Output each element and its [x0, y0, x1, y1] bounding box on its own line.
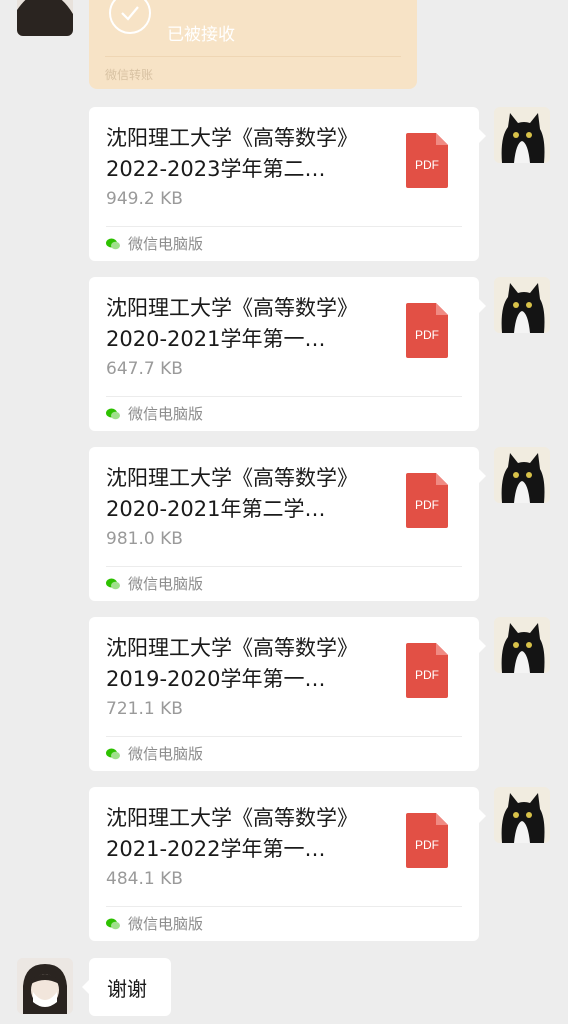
file-source: 微信电脑版 — [106, 573, 203, 594]
file-title: 沈阳理工大学《高等数学》 2019-2020学年第一… — [106, 636, 358, 691]
file-source: 微信电脑版 — [106, 913, 203, 934]
file-message[interactable]: 沈阳理工大学《高等数学》 2019-2020学年第一… 721.1 KB PDF … — [89, 617, 486, 771]
svg-text:PDF: PDF — [415, 158, 439, 172]
sender-avatar[interactable] — [494, 447, 550, 503]
card-divider — [106, 736, 462, 737]
file-size: 949.2 KB — [106, 189, 183, 209]
wechat-icon — [106, 748, 120, 759]
svg-text:PDF: PDF — [415, 498, 439, 512]
card-divider — [106, 566, 462, 567]
wechat-icon — [106, 578, 120, 589]
transfer-footer: 微信转账 — [105, 68, 154, 82]
file-message[interactable]: 沈阳理工大学《高等数学》 2020-2021年第二学… 981.0 KB PDF … — [89, 447, 486, 601]
bubble-tail — [82, 980, 89, 994]
svg-text:PDF: PDF — [415, 838, 439, 852]
file-message[interactable]: 沈阳理工大学《高等数学》 2021-2022学年第一… 484.1 KB PDF … — [89, 787, 486, 941]
file-size: 721.1 KB — [106, 699, 183, 719]
file-message[interactable]: 沈阳理工大学《高等数学》 2020-2021学年第一… 647.7 KB PDF … — [89, 277, 486, 431]
file-source-label: 微信电脑版 — [128, 235, 204, 253]
file-source: 微信电脑版 — [106, 233, 203, 254]
person-avatar-icon — [17, 0, 73, 36]
file-title: 沈阳理工大学《高等数学》 2021-2022学年第一… — [106, 806, 358, 861]
sender-avatar[interactable] — [494, 107, 550, 163]
bubble-tail — [479, 299, 486, 313]
file-title: 沈阳理工大学《高等数学》 2020-2021学年第一… — [106, 296, 358, 351]
cat-avatar-icon — [494, 617, 550, 673]
file-source-label: 微信电脑版 — [128, 745, 204, 763]
card-divider — [106, 906, 462, 907]
bubble-tail — [479, 129, 486, 143]
transfer-status: 已被接收 — [167, 25, 235, 45]
bubble-tail — [479, 639, 486, 653]
file-source-label: 微信电脑版 — [128, 575, 204, 593]
cat-avatar-icon — [494, 277, 550, 333]
card-divider — [106, 226, 462, 227]
file-size: 484.1 KB — [106, 869, 183, 889]
contact-avatar-top[interactable] — [17, 0, 73, 36]
bubble-tail — [479, 809, 486, 823]
file-source-label: 微信电脑版 — [128, 915, 204, 933]
contact-avatar[interactable] — [17, 958, 73, 1014]
svg-text:PDF: PDF — [415, 668, 439, 682]
check-circle-icon — [109, 0, 151, 34]
transfer-bubble[interactable]: 已被接收 微信转账 — [89, 0, 417, 89]
file-source-label: 微信电脑版 — [128, 405, 204, 423]
file-size: 981.0 KB — [106, 529, 183, 549]
sender-avatar[interactable] — [494, 617, 550, 673]
reply-text: 谢谢 — [107, 977, 147, 1001]
file-message[interactable]: 沈阳理工大学《高等数学》 2022-2023学年第二… 949.2 KB PDF … — [89, 107, 486, 261]
sender-avatar[interactable] — [494, 787, 550, 843]
file-title: 沈阳理工大学《高等数学》 2020-2021年第二学… — [106, 466, 358, 521]
wechat-icon — [106, 238, 120, 249]
wechat-icon — [106, 408, 120, 419]
cat-avatar-icon — [494, 447, 550, 503]
svg-text:PDF: PDF — [415, 328, 439, 342]
file-size: 647.7 KB — [106, 359, 183, 379]
file-source: 微信电脑版 — [106, 403, 203, 424]
pdf-icon: PDF — [406, 133, 448, 188]
cat-avatar-icon — [494, 787, 550, 843]
reply-bubble[interactable]: 谢谢 — [82, 958, 171, 1016]
bubble-tail — [479, 469, 486, 483]
pdf-icon: PDF — [406, 473, 448, 528]
file-title: 沈阳理工大学《高等数学》 2022-2023学年第二… — [106, 126, 358, 181]
cat-avatar-icon — [494, 107, 550, 163]
wechat-icon — [106, 918, 120, 929]
file-source: 微信电脑版 — [106, 743, 203, 764]
pdf-icon: PDF — [406, 643, 448, 698]
pdf-icon: PDF — [406, 813, 448, 868]
card-divider — [106, 396, 462, 397]
person-avatar-icon — [17, 958, 73, 1014]
transfer-divider — [105, 56, 401, 57]
sender-avatar[interactable] — [494, 277, 550, 333]
pdf-icon: PDF — [406, 303, 448, 358]
